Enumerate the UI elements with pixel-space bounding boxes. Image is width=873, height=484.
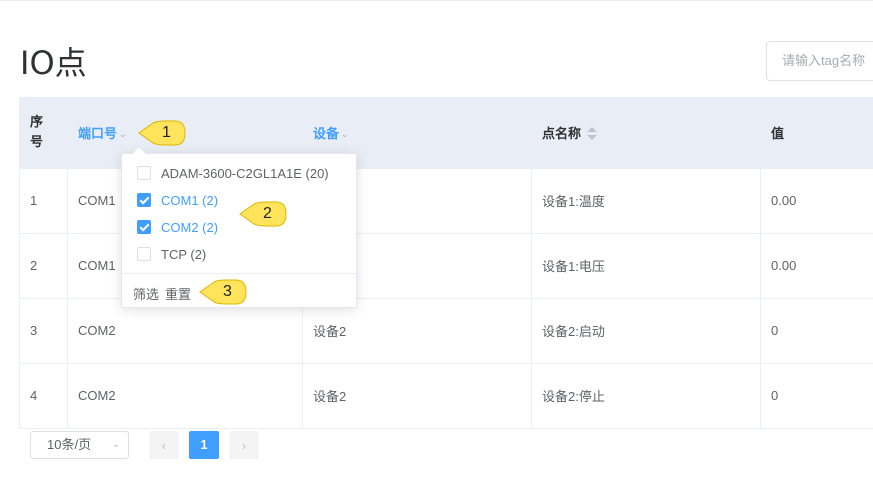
column-header-seq: 序 号 <box>19 97 68 169</box>
page-size-select[interactable]: 10条/页 ⌄ <box>30 431 129 459</box>
top-divider <box>0 0 873 1</box>
chevron-down-icon[interactable]: ⌄ <box>341 129 349 140</box>
chevron-left-icon: ‹ <box>161 437 167 453</box>
chevron-down-icon[interactable]: ⌄ <box>119 129 127 140</box>
page-title: IO点 <box>20 44 87 82</box>
prev-page-button[interactable]: ‹ <box>149 431 179 459</box>
cell-value: 0 <box>760 363 873 429</box>
device-header-label[interactable]: 设备 <box>313 126 339 141</box>
callout-marker-1: 1 <box>137 120 187 146</box>
filter-option-tcp[interactable]: TCP (2) <box>137 244 206 264</box>
cell-seq: 1 <box>19 168 68 234</box>
value-header-label: 值 <box>771 125 785 141</box>
page-number-button[interactable]: 1 <box>189 431 219 459</box>
cell-value: 0.00 <box>760 233 873 299</box>
cell-seq: 3 <box>19 298 68 364</box>
filter-option-com1[interactable]: COM1 (2) <box>137 190 218 210</box>
search-input[interactable]: 请输入tag名称 <box>766 41 873 81</box>
chevron-down-icon: ⌄ <box>111 439 120 450</box>
callout-number: 3 <box>223 283 232 300</box>
callout-number: 2 <box>263 205 272 222</box>
page-size-label: 10条/页 <box>47 437 92 452</box>
callout-marker-3: 3 <box>198 279 248 305</box>
cell-seq: 2 <box>19 233 68 299</box>
filter-reset-button[interactable]: 重置 <box>165 284 191 303</box>
cell-point-name: 设备1:温度 <box>531 168 761 234</box>
seq-header-line2: 号 <box>30 134 44 150</box>
filter-option-adam[interactable]: ADAM-3600-C2GL1A1E (20) <box>137 163 329 183</box>
checkbox[interactable] <box>137 220 151 234</box>
cell-point-name: 设备2:停止 <box>531 363 761 429</box>
filter-confirm-button[interactable]: 筛选 <box>133 284 159 303</box>
cell-point-name: 设备2:启动 <box>531 298 761 364</box>
chevron-right-icon: › <box>241 437 247 453</box>
point-name-header-label: 点名称 <box>542 125 582 141</box>
filter-option-label: COM1 (2) <box>161 192 219 208</box>
column-header-value: 值 <box>760 97 873 169</box>
callout-marker-2: 2 <box>238 201 288 227</box>
checkbox[interactable] <box>137 166 151 180</box>
filter-option-label: ADAM-3600-C2GL1A1E (20) <box>161 165 329 181</box>
filter-option-com2[interactable]: COM2 (2) <box>137 217 218 237</box>
column-header-point-name[interactable]: 点名称 <box>531 97 761 169</box>
cell-value: 0 <box>760 298 873 364</box>
cell-point-name: 设备1:电压 <box>531 233 761 299</box>
seq-header-line1: 序 <box>30 114 44 130</box>
port-header-label[interactable]: 端口号 <box>78 126 117 141</box>
callout-number: 1 <box>162 124 171 141</box>
table-row: 4 COM2 设备2 设备2:停止 0 <box>19 363 873 429</box>
filter-option-label: TCP (2) <box>161 246 207 262</box>
next-page-button[interactable]: › <box>229 431 259 459</box>
cell-device: 设备2 <box>302 363 532 429</box>
cell-value: 0.00 <box>760 168 873 234</box>
sort-icon[interactable] <box>587 127 598 141</box>
cell-seq: 4 <box>19 363 68 429</box>
cell-port: COM2 <box>67 363 303 429</box>
filter-option-label: COM2 (2) <box>161 219 219 235</box>
checkbox[interactable] <box>137 193 151 207</box>
checkbox[interactable] <box>137 247 151 261</box>
